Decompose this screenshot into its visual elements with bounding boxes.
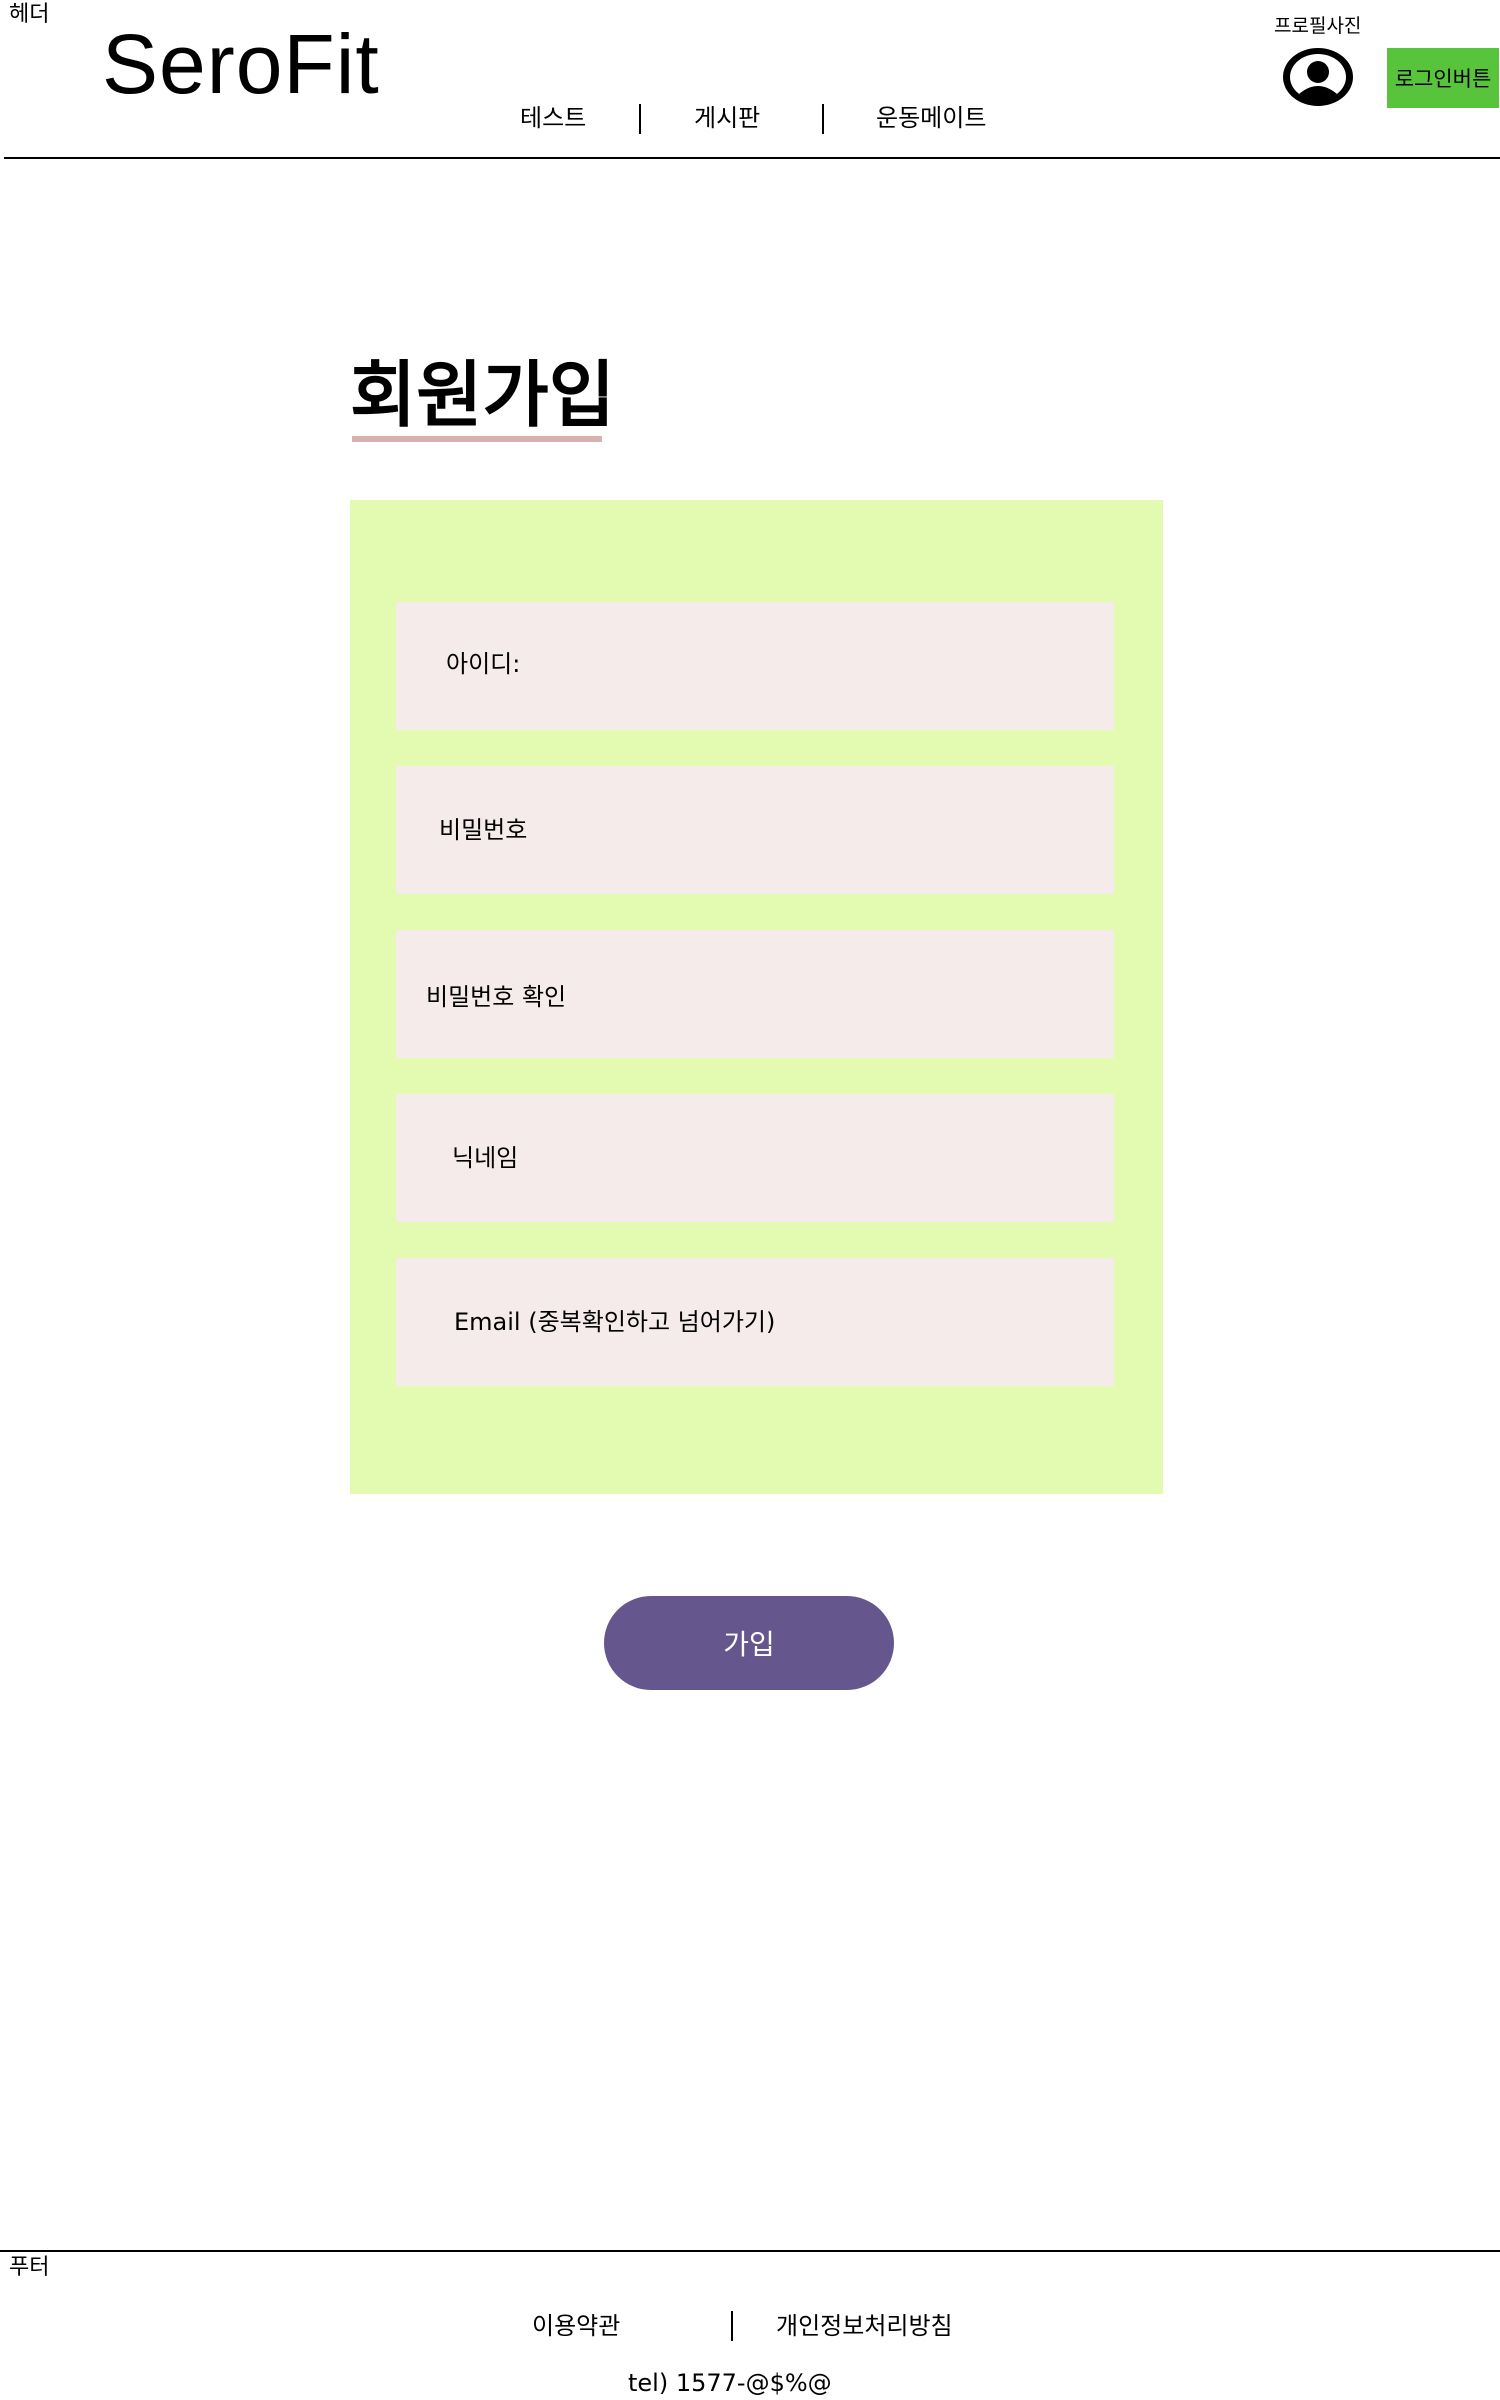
footer-tel: tel) 1577-@$%@ bbox=[628, 2369, 832, 2397]
nav-item-test[interactable]: 테스트 bbox=[520, 100, 586, 136]
footer-separator bbox=[731, 2311, 733, 2341]
nav-separator bbox=[639, 104, 641, 134]
logo[interactable]: SeroFit bbox=[102, 14, 380, 114]
nav-item-workout-mate[interactable]: 운동메이트 bbox=[876, 100, 986, 136]
user-circle-icon[interactable] bbox=[1280, 45, 1356, 109]
header-divider bbox=[4, 157, 1500, 159]
signup-button[interactable]: 가입 bbox=[604, 1596, 894, 1690]
footer-section-label: 푸터 bbox=[9, 2255, 50, 2280]
nav-item-board[interactable]: 게시판 bbox=[694, 100, 760, 136]
nav-separator bbox=[822, 104, 824, 134]
password-confirm-field[interactable] bbox=[396, 930, 1114, 1058]
login-button[interactable]: 로그인버튼 bbox=[1387, 48, 1499, 108]
password-field[interactable] bbox=[396, 766, 1114, 894]
header-section-label: 헤더 bbox=[9, 2, 50, 27]
id-field[interactable] bbox=[396, 602, 1114, 730]
nickname-field[interactable] bbox=[396, 1094, 1114, 1222]
terms-link[interactable]: 이용약관 bbox=[532, 2308, 620, 2344]
page-title: 회원가입 bbox=[350, 353, 615, 437]
signup-page: 헤더 SeroFit 테스트 게시판 운동메이트 프로필사진 로그인버튼 회원가… bbox=[0, 0, 1500, 2400]
title-underline bbox=[352, 436, 602, 442]
privacy-policy-link[interactable]: 개인정보처리방침 bbox=[776, 2308, 953, 2344]
profile-label: 프로필사진 bbox=[1274, 15, 1362, 37]
email-field[interactable] bbox=[396, 1258, 1114, 1386]
footer-divider bbox=[0, 2250, 1500, 2252]
